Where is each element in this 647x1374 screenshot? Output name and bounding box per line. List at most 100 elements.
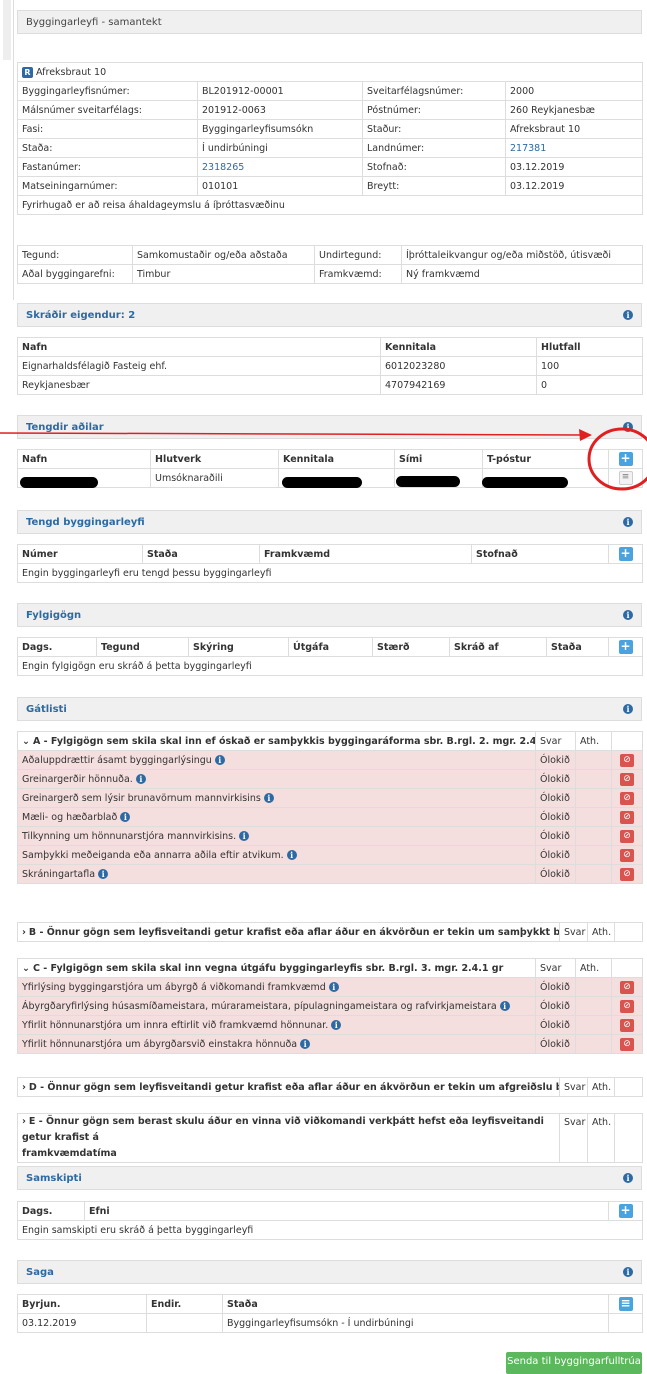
property-description-row: Fyrirhugað er að reisa áhaldageymslu á í… xyxy=(16,195,644,215)
group-e-header[interactable]: › E - Önnur gögn sem berast skulu áður en… xyxy=(17,1113,643,1163)
checklist-item-label: Greinargerðir hönnuða. xyxy=(22,773,133,785)
item-status: Ólokið xyxy=(535,1034,576,1054)
value-case-number: 201912-0063 xyxy=(197,100,363,120)
checklist-item: Tilkynning um hönnunarstjóra mannvirkisi… xyxy=(17,826,643,846)
col-created: Stofnað xyxy=(471,544,609,564)
label-postal-code: Póstnúmer: xyxy=(362,100,506,120)
col-status: Staða xyxy=(222,1294,609,1314)
ban-icon[interactable]: ⊘ xyxy=(620,791,634,805)
col-note: Ath. xyxy=(587,1113,615,1163)
ban-icon[interactable]: ⊘ xyxy=(620,867,634,881)
add-communication-button[interactable]: + xyxy=(618,1204,633,1218)
info-icon[interactable]: i xyxy=(623,310,633,320)
details-table: Tegund: Samkomustaðir og/eða aðstaða Und… xyxy=(17,245,643,284)
ban-icon[interactable]: ⊘ xyxy=(620,1037,634,1051)
ban-icon[interactable]: ⊘ xyxy=(620,980,634,994)
checklist-item: Ábyrgðaryfirlýsing húsasmíðameistara, mú… xyxy=(17,996,643,1016)
info-icon[interactable]: i xyxy=(120,811,131,822)
info-icon[interactable]: i xyxy=(499,1000,510,1011)
permits-empty-text: Engin byggingarleyfi eru tengd þessu byg… xyxy=(17,563,643,583)
permits-title: Tengd byggingarleyfi xyxy=(26,516,145,528)
group-d-label: D - Önnur gögn sem leyfisveitandi getur … xyxy=(28,1081,559,1093)
label-property-number: Fastanúmer: xyxy=(17,157,198,177)
label-type: Tegund: xyxy=(17,245,133,265)
col-ssn: Kennitala xyxy=(278,449,395,469)
property-description: Fyrirhugað er að reisa áhaldageymslu á í… xyxy=(16,195,644,215)
chevron-right-icon: › xyxy=(22,926,26,938)
communications-empty-text: Engin samskipti eru skráð á þetta byggin… xyxy=(17,1220,643,1240)
group-d-header[interactable]: › D - Önnur gögn sem leyfisveitandi getur… xyxy=(17,1077,643,1097)
col-version: Útgáfa xyxy=(288,637,373,657)
value-type: Samkomustaðir og/eða aðstaða xyxy=(132,245,315,265)
col-answer: Svar xyxy=(559,1113,588,1163)
info-icon[interactable]: i xyxy=(331,1019,342,1030)
col-name: Nafn xyxy=(17,449,151,469)
group-b-header[interactable]: › B - Önnur gögn sem leyfisveitandi getur… xyxy=(17,922,643,942)
col-end: Endir. xyxy=(146,1294,223,1314)
value-permit-number: BL201912-00001 xyxy=(197,81,363,101)
ban-icon[interactable]: ⊘ xyxy=(620,999,634,1013)
checklist-item-label: Mæli- og hæðarblað xyxy=(22,811,118,823)
checklist-item: Greinargerð sem lýsir brunavörnum mannvi… xyxy=(17,788,643,808)
info-icon[interactable]: i xyxy=(263,792,274,803)
summary-title: Byggingarleyfi - samantekt xyxy=(26,16,162,28)
group-c-header[interactable]: ⌄ C - Fylgigögn sem skila skal inn vegna … xyxy=(17,958,643,978)
info-icon[interactable]: i xyxy=(286,849,297,860)
info-icon[interactable]: i xyxy=(214,754,225,765)
property-row: Matseiningarnúmer: 010101 Breytt: 03.12.… xyxy=(17,176,644,196)
permits-panel-header: Tengd byggingarleyfi i xyxy=(17,510,642,534)
party-role: Umsóknaraðili xyxy=(150,468,279,488)
owners-title: Skráðir eigendur: 2 xyxy=(26,309,136,321)
attachments-header-row: Dags. Tegund Skýring Útgáfa Stærð Skráð … xyxy=(17,637,643,657)
col-note: Ath. xyxy=(587,922,615,942)
attachments-title: Fylgigögn xyxy=(26,609,82,621)
checklist-group-a: ⌄ A - Fylgigögn sem skila skal inn ef ósk… xyxy=(17,731,643,884)
info-icon[interactable]: i xyxy=(300,1038,311,1049)
land-number-link[interactable]: 217381 xyxy=(504,138,644,158)
label-municipality-number: Sveitarfélagsnúmer: xyxy=(362,81,506,101)
info-icon[interactable]: i xyxy=(623,704,633,714)
info-icon[interactable]: i xyxy=(623,422,633,432)
owner-ssn: 4707942169 xyxy=(380,375,537,395)
group-a-label: A - Fylgigögn sem skila skal inn ef óska… xyxy=(32,735,536,747)
item-status: Ólokið xyxy=(535,750,576,770)
info-icon[interactable]: i xyxy=(135,773,146,784)
col-answer: Svar xyxy=(559,922,588,942)
group-a-header[interactable]: ⌄ A - Fylgigögn sem skila skal inn ef ósk… xyxy=(17,731,643,751)
owner-name: Reykjanesbær xyxy=(17,375,381,395)
info-icon[interactable]: i xyxy=(623,517,633,527)
add-party-button[interactable]: + xyxy=(618,452,633,466)
send-to-building-officer-button[interactable]: Senda til byggingarfulltrúa xyxy=(506,1352,642,1374)
value-valuation-unit: 010101 xyxy=(197,176,363,196)
ban-icon[interactable]: ⊘ xyxy=(620,848,634,862)
owner-name: Eignarhaldsfélagið Fasteig ehf. xyxy=(17,356,381,376)
col-note: Ath. xyxy=(575,958,612,978)
col-number: Númer xyxy=(17,544,143,564)
info-icon[interactable]: i xyxy=(328,981,339,992)
ban-icon[interactable]: ⊘ xyxy=(620,772,634,786)
details-row: Aðal byggingarefni: Timbur Framkvæmd: Ný… xyxy=(17,264,643,284)
add-attachment-button[interactable]: + xyxy=(618,640,633,654)
ban-icon[interactable]: ⊘ xyxy=(620,829,634,843)
history-menu-button[interactable]: ≡ xyxy=(618,1297,633,1311)
item-status: Ólokið xyxy=(535,826,576,846)
info-icon[interactable]: i xyxy=(623,1267,633,1277)
info-icon[interactable]: i xyxy=(623,610,633,620)
left-nav-strip xyxy=(0,0,14,300)
info-icon[interactable]: i xyxy=(623,1173,633,1183)
checklist-item: Yfirlit hönnunarstjóra um ábyrgðarsvið e… xyxy=(17,1034,643,1054)
ban-icon[interactable]: ⊘ xyxy=(620,753,634,767)
summary-panel-header: Byggingarleyfi - samantekt xyxy=(17,10,642,34)
property-number-link[interactable]: 2318265 xyxy=(197,157,363,177)
add-permit-button[interactable]: + xyxy=(618,547,633,561)
info-icon[interactable]: i xyxy=(98,868,109,879)
details-row: Tegund: Samkomustaðir og/eða aðstaða Und… xyxy=(17,245,643,265)
attachments-panel-header: Fylgigögn i xyxy=(17,603,642,627)
ban-icon[interactable]: ⊘ xyxy=(620,1018,634,1032)
ban-icon[interactable]: ⊘ xyxy=(620,810,634,824)
chevron-right-icon: › xyxy=(22,1081,26,1093)
checklist-item: Greinargerðir hönnuða. i Ólokið ⊘ xyxy=(17,769,643,789)
party-menu-button[interactable]: ≡ xyxy=(618,471,633,485)
checklist-item: Mæli- og hæðarblað i Ólokið ⊘ xyxy=(17,807,643,827)
info-icon[interactable]: i xyxy=(239,830,250,841)
